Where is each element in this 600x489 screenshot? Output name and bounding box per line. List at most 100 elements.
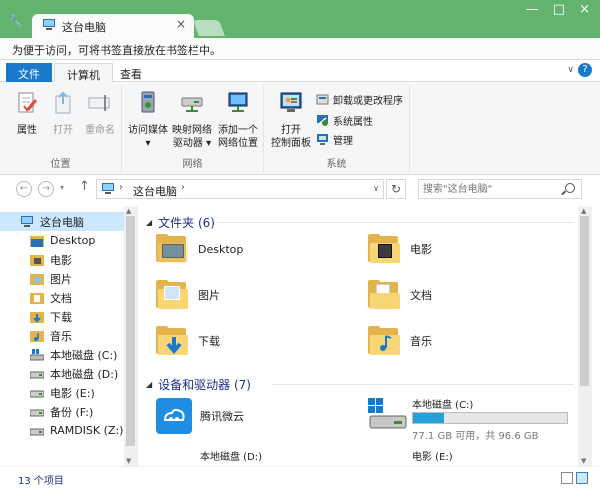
content-scrollbar[interactable]: ▲ ▼	[578, 206, 592, 466]
browser-tab-title: 这台电脑	[62, 21, 106, 34]
folder-pictures[interactable]: 图片	[156, 280, 220, 310]
add-network-location-button[interactable]: 添加一个 网络位置	[216, 90, 260, 150]
folder-music[interactable]: 音乐	[368, 326, 432, 356]
breadcrumb-chevron-icon[interactable]: ›	[181, 182, 185, 193]
tab-close-icon[interactable]: ×	[176, 17, 186, 31]
up-button[interactable]: ↑	[79, 179, 90, 194]
drive-c-usage-bar	[412, 412, 568, 424]
nav-item-downloads[interactable]: 下载	[0, 307, 124, 326]
folder-icon	[30, 235, 44, 247]
browser-chrome: 🔧 这台电脑 × — □ × 为便于访问，可将书签直接放在书签栏中。	[0, 0, 600, 60]
windows-drive-icon	[368, 398, 407, 429]
pictures-folder-icon	[156, 280, 188, 310]
bookmark-bar: 为便于访问，可将书签直接放在书签栏中。	[0, 38, 600, 60]
status-bar: 13 个项目	[0, 466, 600, 489]
device-drive-d[interactable]: 本地磁盘 (D:)	[200, 448, 262, 463]
map-network-drive-label: 映射网络 驱动器 ▾	[172, 125, 212, 149]
close-button[interactable]: ×	[579, 2, 590, 17]
open-control-panel-button[interactable]: 打开 控制面板	[268, 90, 314, 150]
nav-item-drive-f[interactable]: 备份 (F:)	[0, 402, 124, 421]
devices-section-header[interactable]: ◢ 设备和驱动器 (7)	[146, 376, 251, 393]
nav-item-this-pc[interactable]: 这台电脑	[0, 212, 124, 231]
back-button[interactable]: ←	[16, 181, 32, 197]
ribbon-group-network: 访问媒体 ▾ 映射网络 驱动器 ▾ 添加一个 网络位置 网络	[122, 86, 264, 172]
tiles-view-icon[interactable]	[576, 472, 588, 484]
nav-item-documents[interactable]: 文档	[0, 288, 124, 307]
nav-item-movies[interactable]: 电影	[0, 250, 124, 269]
nav-pane-scrollbar[interactable]: ▲ ▼	[124, 206, 138, 466]
drive-icon	[30, 428, 44, 435]
tab-file[interactable]: 文件	[6, 63, 52, 82]
network-drive-icon	[181, 97, 203, 112]
content-pane: ◢ 文件夹 (6) Desktop 电影 图片 文档 下载 音乐 ◢ 设备和驱动…	[142, 206, 578, 466]
recent-locations-icon[interactable]: ▾	[60, 183, 64, 192]
device-weiyun[interactable]: 腾讯微云	[156, 398, 244, 434]
nav-item-music[interactable]: 音乐	[0, 326, 124, 345]
details-view-icon[interactable]	[561, 472, 573, 484]
search-input[interactable]	[423, 182, 559, 196]
system-drive-icon[interactable]	[364, 398, 408, 434]
drive-icon	[30, 371, 44, 378]
collapse-chevron-icon[interactable]: ◢	[146, 218, 152, 227]
folder-movies[interactable]: 电影	[368, 234, 432, 264]
scroll-up-icon[interactable]: ▲	[126, 207, 131, 215]
properties-label: 属性	[17, 125, 37, 136]
control-panel-icon	[280, 92, 302, 112]
scroll-up-icon[interactable]: ▲	[581, 207, 586, 215]
address-dropdown-icon[interactable]: ∨	[373, 184, 379, 193]
drive-icon	[30, 409, 44, 416]
system-properties-button[interactable]: 系统属性	[316, 113, 373, 128]
help-icon[interactable]: ?	[578, 63, 592, 77]
open-label: 打开	[53, 125, 73, 136]
nav-item-pictures[interactable]: 图片	[0, 269, 124, 288]
drive-c-label[interactable]: 本地磁盘 (C:)	[412, 396, 473, 411]
breadcrumb-chevron-icon[interactable]: ›	[119, 182, 123, 193]
search-icon[interactable]	[565, 183, 575, 193]
folder-desktop[interactable]: Desktop	[156, 234, 243, 264]
collapse-chevron-icon[interactable]: ◢	[146, 380, 152, 389]
nav-item-drive-d[interactable]: 本地磁盘 (D:)	[0, 364, 124, 383]
computer-icon	[43, 19, 55, 30]
new-tab-button[interactable]	[193, 20, 225, 36]
maximize-button[interactable]: □	[553, 2, 565, 17]
manage-button[interactable]: 管理	[316, 132, 353, 147]
programs-icon	[316, 94, 329, 105]
control-panel-label: 打开 控制面板	[271, 125, 311, 149]
scroll-down-icon[interactable]: ▼	[126, 457, 131, 465]
tab-view[interactable]: 查看	[108, 63, 154, 82]
minimize-button[interactable]: —	[526, 2, 539, 17]
nav-item-desktop[interactable]: Desktop	[0, 231, 124, 250]
device-drive-e[interactable]: 电影 (E:)	[412, 448, 453, 463]
map-network-drive-button[interactable]: 映射网络 驱动器 ▾	[170, 90, 214, 150]
computer-icon	[21, 215, 33, 227]
tab-computer[interactable]: 计算机	[54, 63, 113, 83]
ribbon-expand-icon[interactable]: ∨	[567, 65, 574, 75]
drive-c-free-text: 77.1 GB 可用，共 96.6 GB	[412, 431, 539, 442]
address-bar[interactable]: › 这台电脑 › ∨	[96, 179, 384, 199]
breadcrumb-item[interactable]: 这台电脑	[133, 183, 177, 199]
drive-c-usage-fill	[413, 413, 444, 423]
nav-item-drive-e[interactable]: 电影 (E:)	[0, 383, 124, 402]
browser-tab[interactable]: 这台电脑 ×	[32, 14, 194, 38]
scroll-down-icon[interactable]: ▼	[581, 457, 586, 465]
rename-button[interactable]: 重命名	[82, 90, 118, 137]
access-media-button[interactable]: 访问媒体 ▾	[126, 90, 170, 150]
section-divider	[272, 384, 574, 385]
nav-item-drive-c[interactable]: 本地磁盘 (C:)	[0, 345, 124, 364]
uninstall-program-button[interactable]: 卸载或更改程序	[316, 92, 403, 107]
nav-item-drive-z[interactable]: RAMDISK (Z:)	[0, 421, 124, 440]
wrench-icon[interactable]: 🔧	[8, 14, 23, 28]
cloud-icon	[156, 398, 192, 434]
forward-button[interactable]: →	[38, 181, 54, 197]
refresh-button[interactable]: ↻	[386, 179, 406, 199]
folder-documents[interactable]: 文档	[368, 280, 432, 310]
properties-button[interactable]: 属性	[12, 90, 42, 137]
folder-downloads[interactable]: 下载	[156, 326, 220, 356]
scrollbar-thumb[interactable]	[580, 216, 589, 386]
scrollbar-thumb[interactable]	[126, 216, 135, 446]
open-button[interactable]: 打开	[48, 90, 78, 137]
folders-section-header[interactable]: ◢ 文件夹 (6)	[146, 214, 215, 231]
system-drive-icon	[30, 348, 44, 360]
system-properties-icon	[317, 115, 328, 126]
search-box	[418, 179, 582, 199]
